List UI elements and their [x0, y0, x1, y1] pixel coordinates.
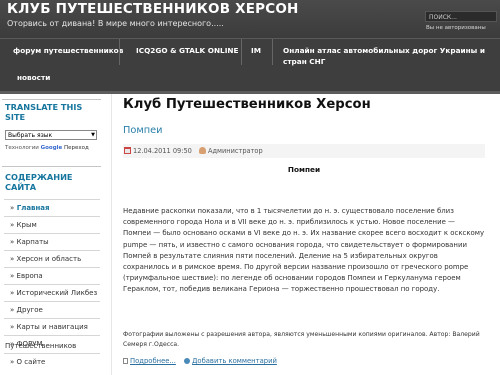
bullet-icon: »: [10, 221, 15, 229]
menu-item-other[interactable]: » Другое: [4, 301, 100, 318]
bullet-icon: »: [10, 289, 15, 297]
menu-item-label: Крым: [16, 221, 37, 229]
bullet-icon: »: [10, 238, 15, 246]
translate-link[interactable]: Переход: [64, 145, 89, 151]
nav-item-atlas[interactable]: Онлайн атлас автомобильных дорог Украины…: [283, 45, 493, 67]
menu-item-label: Главная: [16, 204, 50, 212]
menu-item-kherson[interactable]: » Херсон и область: [4, 250, 100, 267]
auth-status: Вы не авторизованы: [426, 25, 486, 31]
bullet-icon: »: [10, 323, 15, 331]
menu-item-label: Карпаты: [16, 238, 49, 246]
main-nav: форум путешественников ICQ2GO & GTALK ON…: [0, 38, 500, 92]
nav-item-news[interactable]: новости: [17, 72, 50, 83]
menu-item-history[interactable]: » Исторический Ликбез: [4, 284, 100, 301]
nav-item-icq2go[interactable]: ICQ2GO & GTALK ONLINE: [136, 45, 239, 56]
menu-item-home[interactable]: » Главная: [4, 199, 100, 216]
nav-divider: [119, 39, 120, 65]
site-header: КЛУБ ПУТЕШЕСТВЕННИКОВ ХЕРСОН Оторвись от…: [0, 0, 500, 38]
read-more-link[interactable]: Подробнее...: [130, 357, 176, 365]
article-links: Подробнее... Добавить комментарий: [123, 357, 277, 365]
comment-icon: [184, 358, 191, 364]
menu-item-carpathians[interactable]: » Карпаты: [4, 233, 100, 250]
article-date: 12.04.2011 09:50: [133, 147, 192, 155]
search-input[interactable]: ПОИСК...: [425, 11, 497, 22]
menu-item-label: О сайте: [16, 358, 46, 366]
menu-item-label: Карты и навигация: [16, 323, 88, 331]
nav-item-forum[interactable]: форум путешественников: [13, 45, 123, 56]
article-body: Недавние раскопки показали, что в 1 тыся…: [123, 207, 485, 294]
section2-title: Путешественников: [5, 342, 77, 350]
article-title[interactable]: Помпеи: [123, 125, 163, 136]
bullet-icon: »: [10, 306, 15, 314]
menu-item-about[interactable]: » О сайте: [4, 353, 100, 370]
powered-prefix: Технологии: [5, 145, 39, 151]
document-icon: [123, 358, 128, 364]
content-divider: [111, 94, 112, 375]
bullet-icon: »: [10, 272, 15, 280]
menu-item-label: Херсон и область: [16, 255, 82, 263]
google-logo[interactable]: Google: [41, 145, 63, 151]
sidebar-divider: [2, 166, 101, 167]
nav-divider: [241, 39, 242, 65]
nav-item-im[interactable]: IM: [251, 45, 261, 56]
site-description: Оторвись от дивана! В мире много интерес…: [7, 19, 224, 28]
calendar-icon: [124, 147, 131, 154]
article-meta: 12.04.2011 09:50 Администратор: [123, 144, 485, 158]
menu-item-label: Исторический Ликбез: [16, 289, 98, 297]
article-author: Администратор: [207, 147, 263, 155]
menu-item-label: Другое: [16, 306, 43, 314]
menu-item-maps[interactable]: » Карты и навигация: [4, 318, 100, 335]
contents-title: СОДЕРЖАНИЕ САЙТА: [5, 172, 73, 192]
user-icon: [198, 147, 206, 154]
language-select-value: Выбрать язык: [8, 132, 53, 139]
chevron-down-icon: ▼: [91, 132, 95, 138]
page-title: Клуб Путешественников Херсон: [123, 97, 371, 112]
add-comment-link[interactable]: Добавить комментарий: [192, 357, 277, 365]
menu-item-crimea[interactable]: » Крым: [4, 216, 100, 233]
menu-item-label: Европа: [16, 272, 43, 280]
bullet-icon: »: [10, 204, 15, 212]
article-heading: Помпеи: [287, 165, 321, 174]
menu-item-europe[interactable]: » Европа: [4, 267, 100, 284]
nav-bottom-stripe: [0, 91, 500, 94]
sidebar-divider: [2, 99, 101, 100]
language-select[interactable]: Выбрать язык ▼: [5, 130, 97, 140]
bullet-icon: »: [10, 255, 15, 263]
site-title[interactable]: КЛУБ ПУТЕШЕСТВЕННИКОВ ХЕРСОН: [7, 1, 299, 17]
translate-title: TRANSLATE THIS SITE: [5, 102, 83, 122]
nav-divider: [272, 39, 273, 65]
article-footnote: Фотографии выложены с разрешения автора,…: [123, 331, 480, 349]
bullet-icon: »: [10, 358, 15, 366]
powered-by: Технологии Google Переход: [5, 145, 89, 151]
